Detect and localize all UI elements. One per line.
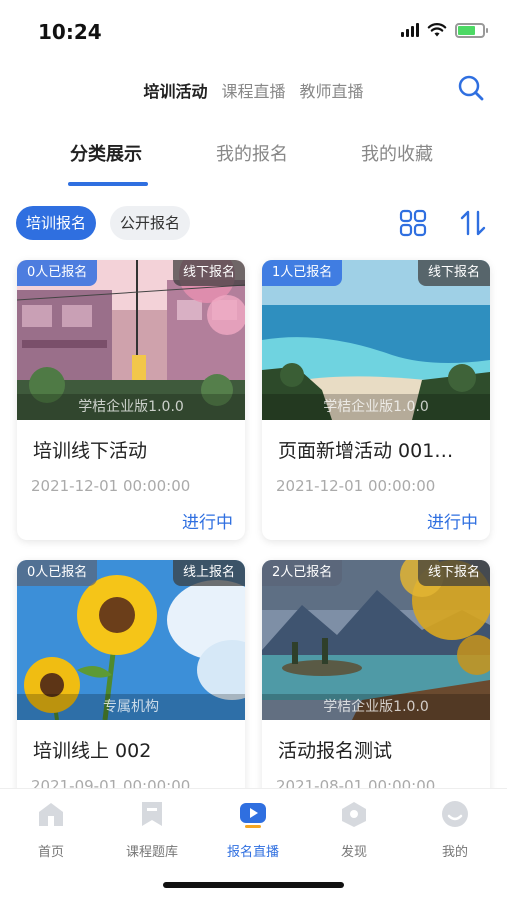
live-icon [240,803,266,828]
image-watermark: 学桔企业版1.0.0 [17,394,245,420]
card-title: 页面新增活动 001… [278,440,454,462]
signup-mode-badge: 线上报名 [172,560,245,586]
discover-icon [342,802,366,827]
nav-course-bank[interactable]: 课程题库 [112,799,192,860]
wifi-icon [427,23,447,37]
activity-card[interactable]: 1人已报名 线下报名 学桔企业版1.0.0 页面新增活动 001… 2021-1… [262,260,490,540]
card-title: 培训线下活动 [33,440,148,462]
home-icon [39,803,63,826]
status-bar: 10:24 [0,0,507,60]
status-icons [401,22,488,38]
card-image: 0人已报名 线上报名 专属机构 [17,560,245,720]
nav-label: 我的 [441,845,468,860]
tab-training-activities[interactable]: 培训活动 [143,78,207,102]
card-title: 活动报名测试 [278,740,393,762]
image-watermark: 学桔企业版1.0.0 [262,694,490,720]
sub-tabs: 分类展示 我的报名 我的收藏 [0,140,507,190]
signup-mode-badge: 线下报名 [172,260,245,286]
filter-training-signup[interactable]: 培训报名 [16,206,97,240]
signup-count-badge: 1人已报名 [262,260,343,286]
signup-count-badge: 2人已报名 [262,560,343,586]
nav-discover[interactable]: 发现 [314,799,394,860]
card-date: 2021-12-01 00:00:00 [31,477,191,495]
card-status: 进行中 [182,513,233,533]
nav-label: 报名直播 [226,845,279,860]
signup-mode-badge: 线下报名 [417,260,490,286]
sort-icon[interactable] [458,208,488,238]
card-image: 1人已报名 线下报名 学桔企业版1.0.0 [262,260,490,420]
activity-card[interactable]: 0人已报名 线下报名 学桔企业版1.0.0 培训线下活动 2021-12-01 … [17,260,245,540]
activity-card[interactable]: 0人已报名 线上报名 专属机构 培训线上 002 2021-09-01 00:0… [17,560,245,800]
cellular-signal-icon [401,23,419,37]
grid-view-icon[interactable] [398,208,428,238]
nav-signup-live[interactable]: 报名直播 [213,799,293,860]
image-watermark: 学桔企业版1.0.0 [262,394,490,420]
tab-course-live[interactable]: 课程直播 [221,78,285,102]
image-watermark: 专属机构 [17,694,245,720]
tab-my-signups[interactable]: 我的报名 [216,140,288,166]
tab-teacher-live[interactable]: 教师直播 [300,78,364,102]
filter-public-signup[interactable]: 公开报名 [110,206,191,240]
card-image: 2人已报名 线下报名 学桔企业版1.0.0 [262,560,490,720]
tab-category-display[interactable]: 分类展示 [70,140,142,166]
search-icon[interactable] [457,74,485,102]
nav-label: 课程题库 [125,845,178,860]
status-time: 10:24 [38,20,102,44]
card-image: 0人已报名 线下报名 学桔企业版1.0.0 [17,260,245,420]
signup-mode-badge: 线下报名 [417,560,490,586]
home-indicator [163,882,344,888]
profile-icon [442,801,468,827]
nav-home[interactable]: 首页 [11,799,91,860]
activity-card[interactable]: 2人已报名 线下报名 学桔企业版1.0.0 活动报名测试 2021-08-01 … [262,560,490,800]
battery-icon [455,22,488,38]
signup-count-badge: 0人已报名 [17,560,98,586]
card-status: 进行中 [427,513,478,533]
active-tab-underline [68,182,148,186]
signup-count-badge: 0人已报名 [17,260,98,286]
tab-my-favorites[interactable]: 我的收藏 [361,140,433,166]
card-date: 2021-12-01 00:00:00 [276,477,436,495]
question-bank-icon [142,802,162,826]
nav-label: 发现 [340,845,367,860]
top-tabs: 培训活动 课程直播 教师直播 [0,78,507,102]
nav-label: 首页 [37,845,64,860]
nav-profile[interactable]: 我的 [415,799,495,860]
card-title: 培训线上 002 [33,740,152,762]
